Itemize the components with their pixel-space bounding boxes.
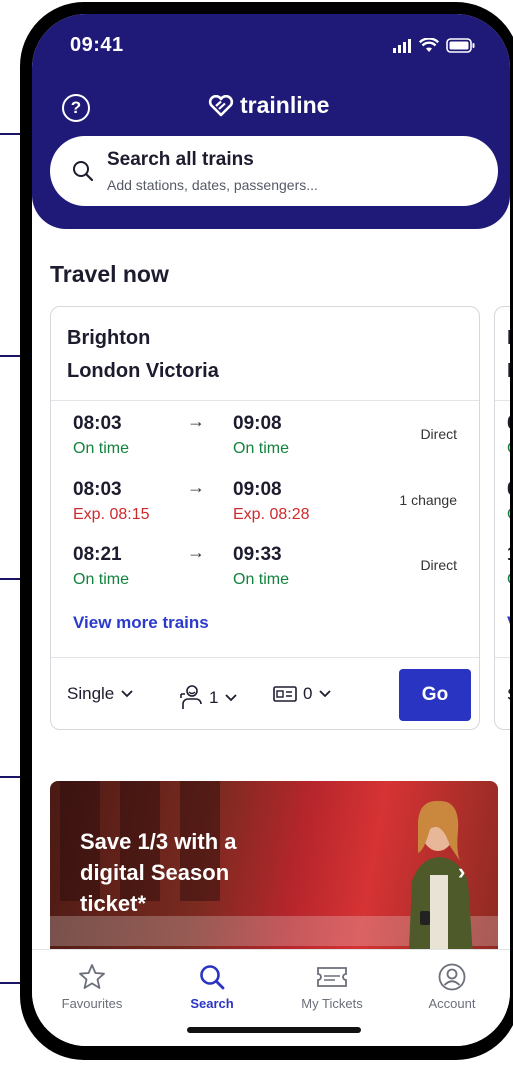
tab-label: Favourites: [61, 996, 123, 1011]
tab-favourites[interactable]: Favourites: [42, 960, 142, 1011]
arrival-time: 09:08: [233, 479, 282, 500]
view-more-trains-link[interactable]: View more trains: [73, 613, 209, 633]
tab-account[interactable]: Account: [402, 960, 502, 1011]
changes-label: 1 change: [399, 492, 457, 508]
search-subtitle: Add stations, dates, passengers...: [107, 177, 318, 193]
header: 09:41 ? trainline Search all trains Add …: [32, 14, 510, 229]
next-card-origin: E: [507, 327, 510, 350]
tab-label: Account: [428, 996, 476, 1011]
service-row[interactable]: 08:03 → 09:08 Exp. 08:15 Exp. 08:28 1 ch…: [51, 477, 479, 539]
search-icon: [200, 965, 225, 990]
chevron-down-icon: [121, 690, 133, 698]
ticket-icon: [317, 967, 347, 987]
departure-status: Exp. 08:15: [73, 506, 150, 523]
card-divider: [51, 400, 479, 401]
arrival-time: 09:08: [233, 413, 282, 434]
next-card-time: 1: [507, 544, 510, 566]
help-button[interactable]: ?: [62, 94, 90, 122]
go-button[interactable]: Go: [399, 669, 471, 721]
search-bar[interactable]: Search all trains Add stations, dates, p…: [50, 136, 498, 206]
chevron-right-icon[interactable]: ›: [458, 859, 465, 885]
chevron-down-icon: [319, 690, 332, 698]
arrow-icon: →: [187, 542, 205, 562]
app-screen: 09:41 ? trainline Search all trains Add …: [32, 14, 510, 1046]
arrow-icon: →: [187, 477, 205, 497]
tab-label: Search: [190, 996, 234, 1011]
card-divider: [495, 657, 510, 658]
card-divider: [51, 657, 479, 658]
departure-time: 08:03: [73, 413, 122, 434]
signal-icon: [393, 38, 411, 53]
departure-status: On time: [73, 440, 130, 457]
next-card-time: 0: [507, 413, 510, 435]
arrival-status: On time: [233, 440, 290, 457]
service-row[interactable]: 08:21 → 09:33 On time On time Direct: [51, 542, 479, 604]
next-card-status: O: [507, 440, 510, 458]
next-card-status: O: [507, 506, 510, 524]
status-time: 09:41: [70, 34, 124, 56]
next-card-status: O: [507, 571, 510, 589]
next-card-time: 0: [507, 479, 510, 501]
origin-station: Brighton: [67, 327, 151, 349]
account-icon: [438, 963, 466, 991]
next-card-link: V: [507, 613, 510, 633]
changes-label: Direct: [420, 557, 457, 573]
departure-status: On time: [73, 571, 130, 588]
ticket-type-select[interactable]: Single: [67, 684, 134, 704]
promo-text: Save 1/3 with a digital Season ticket*: [80, 829, 237, 916]
next-card-ticket-type: S: [507, 685, 510, 705]
brand-name: trainline: [240, 92, 330, 118]
battery-icon: [446, 38, 475, 53]
heart-logo-icon: [208, 94, 234, 116]
tab-my-tickets[interactable]: My Tickets: [282, 960, 382, 1011]
status-icons: [392, 38, 476, 53]
railcards-select[interactable]: 0: [273, 684, 332, 704]
arrival-time: 09:33: [233, 544, 282, 565]
arrival-status: Exp. 08:28: [233, 506, 310, 523]
search-icon: [73, 161, 94, 182]
card-divider: [495, 400, 510, 401]
next-card-destination: F: [507, 360, 510, 383]
service-row[interactable]: 08:03 → 09:08 On time On time Direct: [51, 411, 479, 473]
ticket-type-value: Single: [67, 684, 115, 703]
trainline-logo: trainline: [208, 92, 329, 119]
departure-time: 08:03: [73, 479, 122, 500]
passengers-icon: [180, 685, 202, 709]
railcards-count: 0: [303, 684, 313, 703]
passengers-select[interactable]: 1: [179, 684, 238, 712]
passengers-count: 1: [209, 688, 219, 707]
wifi-icon: [419, 38, 439, 52]
destination-station: London Victoria: [67, 360, 219, 382]
arrow-icon: →: [187, 411, 205, 431]
chevron-down-icon: [225, 694, 238, 702]
changes-label: Direct: [420, 426, 457, 442]
journey-card[interactable]: Brighton London Victoria 08:03 → 09:08 O…: [50, 306, 480, 730]
home-indicator[interactable]: [187, 1027, 361, 1033]
search-title: Search all trains: [107, 149, 254, 170]
railcard-icon: [273, 686, 297, 702]
next-journey-card[interactable]: E F 0 O 0 O 1 O V S: [494, 306, 510, 730]
traveller-image: [408, 800, 474, 971]
season-ticket-promo[interactable]: Save 1/3 with a digital Season ticket* ›: [50, 781, 498, 971]
departure-time: 08:21: [73, 544, 122, 565]
star-icon: [79, 964, 105, 989]
travel-now-title: Travel now: [50, 261, 169, 287]
tab-search[interactable]: Search: [162, 960, 262, 1011]
tab-label: My Tickets: [301, 996, 363, 1011]
arrival-status: On time: [233, 571, 290, 588]
